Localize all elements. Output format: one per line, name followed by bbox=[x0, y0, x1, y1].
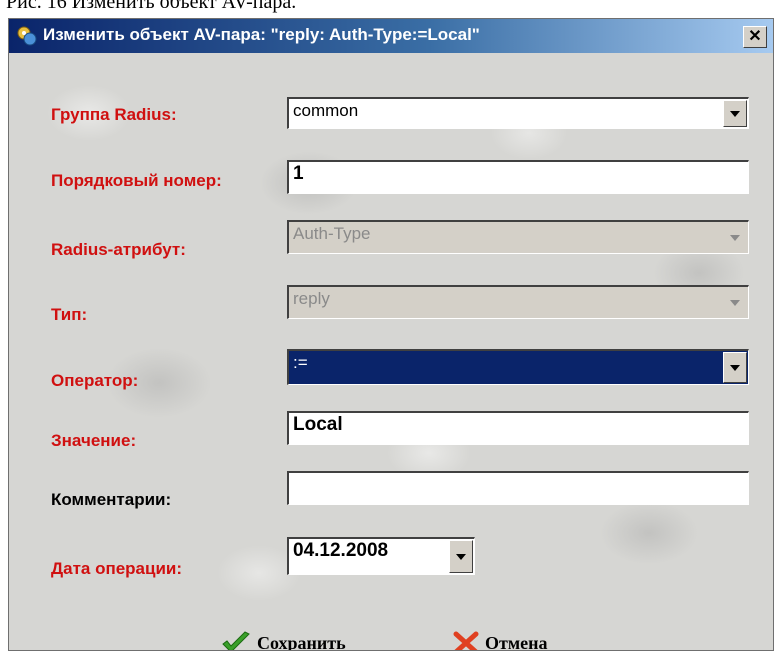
chevron-down-icon bbox=[730, 299, 740, 306]
radius-attribute-select: Auth-Type bbox=[287, 220, 749, 254]
operator-dropdown-button[interactable] bbox=[723, 352, 747, 383]
operation-date-value: 04.12.2008 bbox=[293, 540, 389, 561]
operation-date-label: Дата операции: bbox=[51, 559, 183, 578]
edit-av-pair-dialog: Изменить объект AV-пара: "reply: Auth-Ty… bbox=[8, 18, 774, 651]
order-number-input[interactable]: 1 bbox=[287, 160, 749, 194]
dialog-body: Группа Radius: common Порядковый номер: … bbox=[9, 53, 773, 650]
operation-date-picker[interactable]: 04.12.2008 bbox=[287, 537, 475, 575]
comments-label: Комментарии: bbox=[51, 490, 172, 509]
type-dropdown-button bbox=[723, 288, 747, 317]
document-caption: Рис. 16 Изменить объект AV-пара. bbox=[6, 0, 297, 13]
radius-group-dropdown-button[interactable] bbox=[723, 100, 747, 127]
radius-attribute-label: Radius-атрибут: bbox=[51, 240, 186, 259]
operator-value: := bbox=[293, 353, 308, 372]
cancel-button[interactable]: Отмена bbox=[453, 628, 548, 651]
order-number-value: 1 bbox=[293, 163, 304, 184]
operation-date-dropdown-button[interactable] bbox=[449, 540, 473, 573]
value-field-text: Local bbox=[293, 414, 343, 435]
chevron-down-icon bbox=[456, 553, 466, 560]
radius-attribute-dropdown-button bbox=[723, 223, 747, 252]
window-title: Изменить объект AV-пара: "reply: Auth-Ty… bbox=[43, 25, 480, 44]
type-value: reply bbox=[293, 289, 330, 308]
operator-select[interactable]: := bbox=[287, 349, 749, 385]
cross-icon bbox=[453, 631, 479, 650]
chevron-down-icon bbox=[730, 110, 740, 117]
comments-input[interactable] bbox=[287, 471, 749, 505]
save-button[interactable]: Сохранить bbox=[221, 628, 346, 651]
radius-group-value: common bbox=[293, 101, 359, 120]
type-select: reply bbox=[287, 285, 749, 319]
value-label: Значение: bbox=[51, 431, 137, 450]
radius-group-label: Группа Radius: bbox=[51, 105, 177, 124]
close-icon: ✕ bbox=[748, 28, 762, 45]
radius-attribute-value: Auth-Type bbox=[293, 224, 371, 243]
type-label: Тип: bbox=[51, 305, 88, 324]
cancel-button-label: Отмена bbox=[485, 632, 548, 651]
value-input[interactable]: Local bbox=[287, 411, 749, 445]
app-icon bbox=[15, 24, 39, 48]
operator-label: Оператор: bbox=[51, 371, 139, 390]
order-number-label: Порядковый номер: bbox=[51, 171, 222, 190]
chevron-down-icon bbox=[730, 364, 740, 371]
close-button[interactable]: ✕ bbox=[743, 26, 767, 48]
title-bar[interactable]: Изменить объект AV-пара: "reply: Auth-Ty… bbox=[9, 19, 773, 53]
checkmark-icon bbox=[221, 631, 251, 650]
save-button-label: Сохранить bbox=[257, 632, 346, 651]
chevron-down-icon bbox=[730, 234, 740, 241]
radius-group-select[interactable]: common bbox=[287, 97, 749, 129]
